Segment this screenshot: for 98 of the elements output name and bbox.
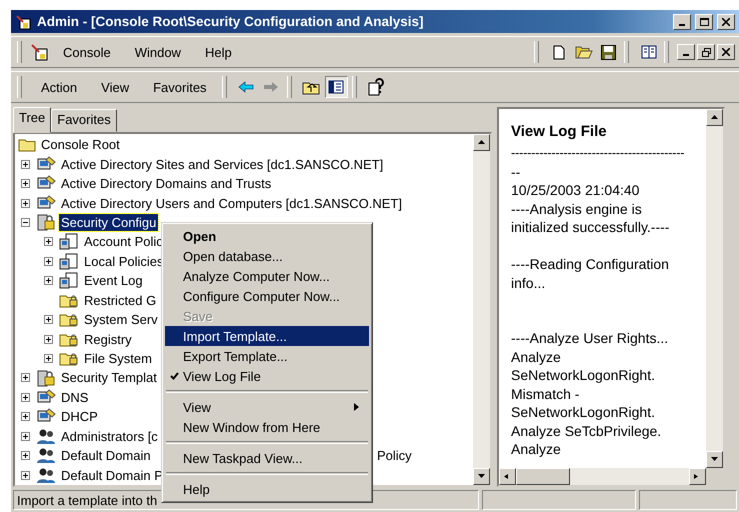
expand-icon[interactable] bbox=[21, 392, 30, 402]
down-arrow-icon bbox=[478, 474, 485, 479]
tab[interactable]: Tree bbox=[13, 107, 52, 133]
tree-item[interactable]: Account Polic bbox=[82, 233, 165, 250]
people-icon bbox=[36, 428, 56, 445]
menu-item[interactable]: View Log File bbox=[165, 366, 369, 386]
close-icon bbox=[722, 48, 730, 56]
expand-icon[interactable] bbox=[21, 198, 30, 208]
close-button[interactable] bbox=[717, 14, 735, 30]
tree-item[interactable]: Event Log bbox=[82, 272, 145, 290]
tree-item[interactable]: Console Root bbox=[39, 136, 122, 154]
tree-item[interactable]: System Serv bbox=[82, 311, 160, 328]
menu-item[interactable]: Console bbox=[52, 42, 122, 62]
up-arrow-icon bbox=[711, 115, 718, 120]
menu-item[interactable]: Analyze Computer Now... bbox=[165, 266, 369, 286]
log-line: ------------------------------------------- bbox=[511, 144, 684, 162]
menu-item[interactable]: Configure Computer Now... bbox=[165, 286, 369, 306]
expand-icon[interactable] bbox=[21, 160, 30, 169]
tree-item[interactable]: Security Templat bbox=[59, 369, 159, 386]
menu-item[interactable]: New Window from Here bbox=[165, 417, 369, 437]
expand-icon[interactable] bbox=[44, 256, 53, 266]
expand-icon[interactable] bbox=[44, 354, 53, 364]
policy-document-icon bbox=[59, 233, 79, 250]
log-line: SeNetworkLogonRight. bbox=[511, 403, 656, 422]
tree-item[interactable]: Active Directory Users and Computers [dc1.SANSCO.NET] bbox=[59, 194, 404, 212]
expand-icon[interactable] bbox=[44, 237, 53, 246]
log-line: Analyze bbox=[511, 440, 562, 458]
restore-button[interactable] bbox=[697, 44, 715, 60]
tree-item[interactable]: DNS bbox=[59, 388, 90, 406]
scrollbar[interactable] bbox=[706, 109, 723, 468]
menu-item[interactable]: View bbox=[165, 397, 369, 417]
menu-item[interactable]: Action bbox=[30, 76, 88, 98]
padlock-server-icon bbox=[36, 213, 56, 232]
log-line: ----Analysis engine is bbox=[511, 200, 643, 218]
policy-document-icon bbox=[59, 252, 79, 270]
left-arrow-icon bbox=[504, 474, 511, 479]
scrollbar[interactable] bbox=[473, 134, 490, 485]
log-line: Mismatch - bbox=[511, 384, 580, 403]
maximize-icon bbox=[700, 18, 708, 26]
expand-icon[interactable] bbox=[44, 315, 53, 324]
panes-icon[interactable] bbox=[324, 76, 348, 98]
menu-item[interactable]: View bbox=[90, 76, 140, 98]
close-icon bbox=[722, 18, 730, 26]
log-line: Analyze bbox=[511, 348, 562, 366]
minimize-button[interactable] bbox=[673, 14, 691, 30]
tree-item[interactable]: DHCP bbox=[59, 408, 100, 426]
menu-item[interactable]: Help bbox=[194, 42, 243, 62]
tree-item[interactable]: Administrators [c bbox=[59, 428, 160, 445]
log-line: Analyze SeTcbPrivilege. bbox=[511, 422, 662, 440]
log-line: initialized successfully.---- bbox=[511, 218, 670, 236]
policy-document-icon bbox=[59, 272, 79, 290]
tree-item[interactable]: Active Directory Domains and Trusts bbox=[59, 175, 274, 192]
minimize-icon bbox=[683, 54, 689, 56]
tree-item-text: Policy bbox=[377, 448, 412, 464]
window-title: Admin - [Console Root\Security Configuration and Analysis] bbox=[37, 14, 425, 29]
tree-item[interactable]: Default Domain bbox=[59, 447, 153, 464]
expand-icon[interactable] bbox=[21, 373, 30, 382]
log-line: -- bbox=[511, 162, 522, 181]
log-title: View Log File bbox=[511, 123, 608, 140]
console-tools-icon bbox=[30, 43, 50, 61]
tree-item[interactable]: File System bbox=[82, 350, 154, 368]
tree-item[interactable]: Restricted G bbox=[82, 292, 158, 309]
restore-icon bbox=[702, 48, 710, 56]
log-line: 10/25/2003 21:04:40 bbox=[511, 181, 640, 200]
expand-icon[interactable] bbox=[21, 412, 30, 422]
expand-icon[interactable] bbox=[21, 179, 30, 188]
folder-icon bbox=[18, 137, 36, 152]
menu-item[interactable]: Import Template... bbox=[165, 326, 369, 346]
log-line: ----Analyze User Rights... bbox=[511, 329, 670, 348]
menu-item[interactable]: Favorites bbox=[142, 76, 218, 98]
down-arrow-icon bbox=[711, 457, 718, 462]
close-button[interactable] bbox=[717, 44, 735, 60]
console-tools-icon bbox=[15, 14, 33, 30]
scrollbar[interactable] bbox=[499, 468, 706, 485]
tree-item[interactable]: Active Directory Sites and Services [dc1.SANSCO.NET] bbox=[59, 156, 386, 173]
log-line: SeNetworkLogonRight. bbox=[511, 366, 656, 384]
people-icon bbox=[36, 466, 56, 484]
log-line: info... bbox=[511, 274, 546, 292]
minimize-icon bbox=[679, 24, 685, 26]
menu-item[interactable]: New Taskpad View... bbox=[165, 448, 369, 468]
people-icon bbox=[36, 447, 56, 464]
expand-icon[interactable] bbox=[44, 276, 53, 286]
expand-icon[interactable] bbox=[21, 451, 30, 460]
maximize-button[interactable] bbox=[695, 14, 713, 30]
menu-item[interactable]: Export Template... bbox=[165, 346, 369, 366]
up-arrow-icon bbox=[478, 140, 485, 145]
minimize-button[interactable] bbox=[677, 44, 695, 60]
expand-icon[interactable] bbox=[21, 432, 30, 441]
padlock-server-icon bbox=[36, 368, 56, 387]
menu-item[interactable]: Window bbox=[124, 42, 192, 62]
tree-item[interactable]: Registry bbox=[82, 330, 134, 348]
expand-icon[interactable] bbox=[44, 334, 53, 344]
expand-icon[interactable] bbox=[21, 470, 30, 480]
menu-item[interactable]: Open database... bbox=[165, 246, 369, 266]
collapse-icon[interactable] bbox=[21, 218, 30, 227]
menu-item[interactable]: Open bbox=[165, 226, 369, 246]
tree-item[interactable]: Security Configu bbox=[59, 214, 158, 231]
log-line: ----Reading Configuration bbox=[511, 255, 670, 274]
